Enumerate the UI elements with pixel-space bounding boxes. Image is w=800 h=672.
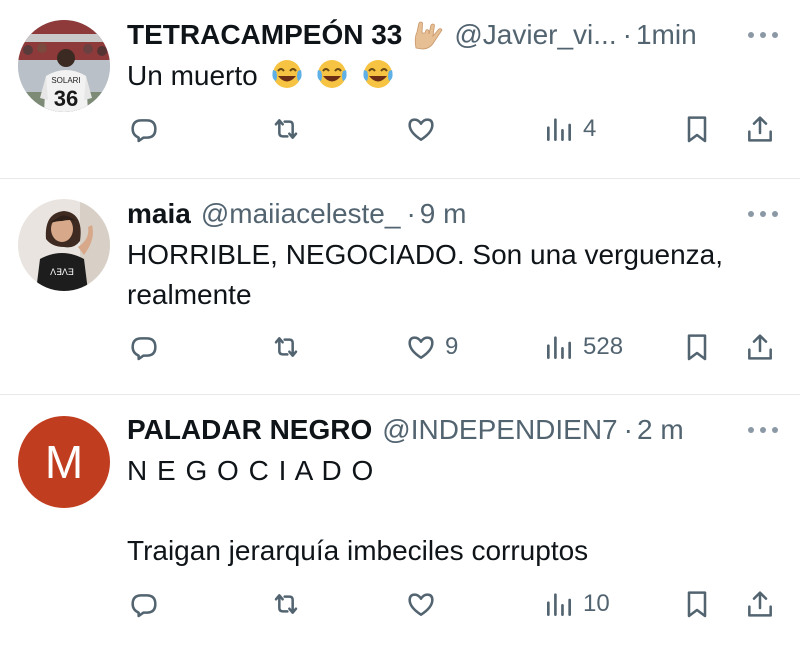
tweet-header: maia @maiiaceleste_ · 9 m [127, 197, 750, 231]
tweet-header: PALADAR NEGRO @INDEPENDIEN7 · 2 m [127, 413, 750, 447]
bookmark-icon [687, 591, 707, 618]
like-button[interactable]: 9 [405, 327, 458, 367]
retweet-icon [274, 594, 298, 614]
tweet-text-line: realmente [127, 279, 252, 310]
tweet-text: Un muerto [127, 56, 760, 96]
love-you-gesture-emoji-icon [410, 20, 444, 50]
reply-icon [131, 337, 157, 361]
reply-button[interactable] [128, 584, 168, 624]
tweet-text-line: HORRIBLE, NEGOCIADO. Son una verguenza, [127, 239, 724, 270]
user-handle[interactable]: @Javier_vi... [454, 19, 616, 51]
separator: · [622, 19, 632, 50]
like-icon [408, 118, 434, 141]
separator: · [623, 414, 633, 445]
tweet-actions: 4 [0, 109, 800, 149]
more-icon[interactable] [748, 425, 778, 435]
bookmark-icon [687, 334, 707, 361]
bookmark-icon [687, 116, 707, 143]
avatar[interactable]: Ʌ∃ɅƎ [18, 199, 110, 291]
bookmark-button[interactable] [681, 327, 713, 367]
reply-button[interactable] [128, 109, 168, 149]
display-name[interactable]: PALADAR NEGRO [127, 414, 372, 446]
share-button[interactable] [744, 327, 776, 367]
reply-icon [131, 119, 157, 143]
share-icon [748, 334, 772, 360]
share-button[interactable] [744, 109, 776, 149]
tweet-text-line: Traigan jerarquía imbeciles corruptos [127, 535, 589, 566]
tweet-text: N E G O C I A D O Traigan jerarquía imbe… [127, 451, 760, 571]
tweet-text-line: Un muerto [127, 60, 258, 91]
avatar[interactable]: SOLARI 36 [18, 20, 110, 112]
tweet[interactable]: SOLARI 36 TETRACAMPEÓN 33 @Javier_vi... … [0, 0, 800, 180]
bookmark-button[interactable] [681, 584, 713, 624]
like-button[interactable] [405, 109, 445, 149]
tweet-actions: 10 [0, 584, 800, 624]
tweet-actions: 9 528 [0, 327, 800, 367]
like-button[interactable] [405, 584, 445, 624]
retweet-icon [274, 119, 298, 139]
tweet-header: TETRACAMPEÓN 33 @Javier_vi... · 1min [127, 18, 750, 52]
tweet[interactable]: M PALADAR NEGRO @INDEPENDIEN7 · 2 m N E … [0, 395, 800, 672]
views-count: 528 [583, 333, 624, 360]
like-icon [408, 336, 434, 359]
tweet-text: HORRIBLE, NEGOCIADO. Son una verguenza, … [127, 235, 760, 315]
views-icon [547, 593, 571, 616]
jersey-name: SOLARI [51, 76, 80, 85]
jersey-number: 36 [54, 86, 78, 111]
separator: · [406, 198, 416, 229]
share-icon [748, 116, 772, 142]
timestamp[interactable]: 2 m [637, 414, 684, 446]
avatar-letter: M [44, 436, 84, 488]
views-count: 10 [583, 590, 610, 617]
retweet-icon [274, 337, 298, 357]
views-button[interactable]: 4 [543, 109, 596, 149]
face-with-tears-of-joy-icon [363, 60, 393, 88]
user-handle[interactable]: @maiiaceleste_ [201, 198, 401, 230]
user-handle[interactable]: @INDEPENDIEN7 [382, 414, 617, 446]
like-count: 9 [445, 333, 459, 360]
views-button[interactable]: 528 [543, 327, 623, 367]
tweet-text-line: N E G O C I A D O [127, 455, 375, 486]
more-icon[interactable] [748, 209, 778, 219]
more-icon[interactable] [748, 30, 778, 40]
timestamp[interactable]: 1min [636, 19, 697, 51]
reply-icon [131, 594, 157, 618]
reply-button[interactable] [128, 327, 168, 367]
retweet-button[interactable] [270, 584, 310, 624]
share-button[interactable] [744, 584, 776, 624]
bookmark-button[interactable] [681, 109, 713, 149]
views-icon [547, 118, 571, 141]
face-with-tears-of-joy-icon [317, 60, 347, 88]
face-with-tears-of-joy-icon [271, 60, 302, 88]
svg-text:Ʌ∃ɅƎ: Ʌ∃ɅƎ [50, 267, 74, 277]
tweet[interactable]: Ʌ∃ɅƎ maia @maiiaceleste_ · 9 m HORRIBLE,… [0, 179, 800, 393]
avatar[interactable]: M [18, 416, 110, 508]
views-button[interactable]: 10 [543, 584, 610, 624]
views-count: 4 [583, 115, 597, 142]
timestamp[interactable]: 9 m [420, 198, 467, 230]
display-name[interactable]: maia [127, 198, 191, 230]
display-name[interactable]: TETRACAMPEÓN 33 [127, 19, 402, 51]
share-icon [748, 591, 772, 617]
views-icon [547, 336, 571, 359]
retweet-button[interactable] [270, 327, 310, 367]
tweet-text-line [127, 491, 760, 531]
retweet-button[interactable] [270, 109, 310, 149]
like-icon [408, 593, 434, 616]
